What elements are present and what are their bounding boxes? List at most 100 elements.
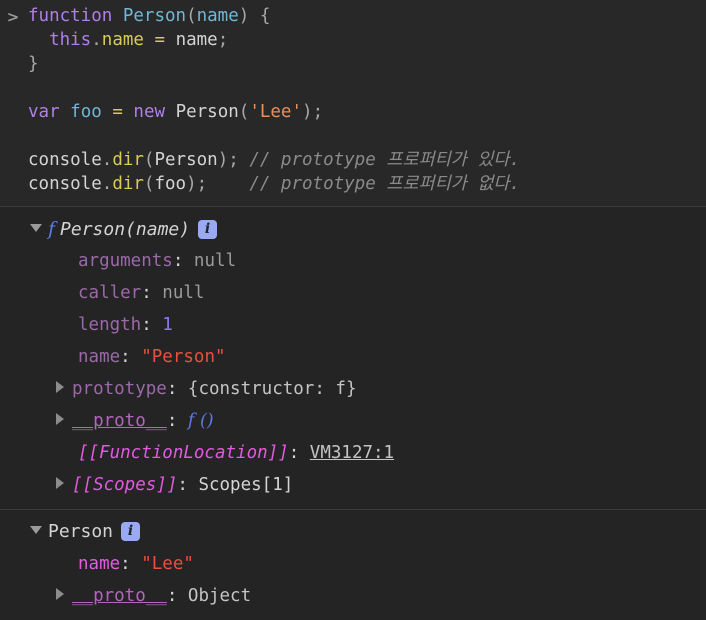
console-prompt-icon: > — [5, 5, 21, 29]
devtools-console-panel[interactable]: > function Person(name) { this.name = na… — [0, 0, 706, 612]
property-colon: : — [289, 443, 310, 463]
code-token: ; — [218, 30, 229, 50]
property-key: prototype — [72, 379, 167, 399]
code-token: { — [260, 6, 271, 26]
property-row[interactable]: arguments: null — [0, 245, 706, 277]
property-row[interactable]: prototype: {constructor: f} — [0, 373, 706, 405]
property-colon: : — [167, 586, 188, 606]
object-header-row[interactable]: fPerson(name) i — [0, 213, 706, 245]
code-token: = — [112, 102, 123, 122]
code-token: ; — [197, 174, 208, 194]
code-token: ) — [239, 6, 250, 26]
code-token: 'Lee' — [249, 102, 302, 122]
code-line — [28, 124, 706, 148]
code-token: dir — [112, 150, 144, 170]
code-line: var foo = new Person('Lee'); — [28, 100, 706, 124]
code-line — [28, 76, 706, 100]
triangle-right-icon[interactable] — [56, 588, 64, 600]
object-name: Person — [48, 521, 113, 542]
property-colon: : — [167, 379, 188, 399]
property-colon: : — [141, 283, 162, 303]
triangle-down-icon[interactable] — [30, 224, 42, 232]
property-value: null — [194, 251, 236, 271]
code-token — [112, 6, 123, 26]
console-output-area: fPerson(name)iarguments: nullcaller: nul… — [0, 207, 706, 620]
code-token: console — [28, 150, 102, 170]
code-token — [207, 174, 249, 194]
property-colon: : — [167, 411, 188, 431]
property-row[interactable]: [[FunctionLocation]]: VM3127:1 — [0, 437, 706, 469]
code-token: name — [176, 30, 218, 50]
property-row[interactable]: caller: null — [0, 277, 706, 309]
code-token: ; — [228, 150, 239, 170]
property-row[interactable]: name: "Lee" — [0, 548, 706, 580]
info-icon[interactable]: i — [198, 220, 217, 239]
code-token: // prototype 프로퍼티가 있다. — [249, 150, 520, 170]
code-token: ) — [218, 150, 229, 170]
property-value[interactable]: VM3127:1 — [310, 443, 394, 463]
object-header-row[interactable]: Personi — [0, 516, 706, 548]
function-glyph-icon: f — [48, 218, 60, 240]
console-input-block[interactable]: > function Person(name) { this.name = na… — [0, 0, 706, 206]
code-token — [165, 102, 176, 122]
property-key: __proto__ — [72, 586, 167, 606]
code-token: name — [197, 6, 239, 26]
code-token — [60, 102, 71, 122]
property-key: name — [78, 554, 120, 574]
info-icon[interactable]: i — [121, 522, 140, 541]
code-token: Person — [176, 102, 239, 122]
property-key: length — [78, 315, 141, 335]
property-key: caller — [78, 283, 141, 303]
code-token — [28, 30, 49, 50]
property-key: name — [78, 347, 120, 367]
property-colon: : — [120, 554, 141, 574]
code-token: ) — [302, 102, 313, 122]
code-token — [239, 150, 250, 170]
code-line: console.dir(foo); // prototype 프로퍼티가 없다. — [28, 172, 706, 196]
property-row[interactable]: __proto__: Object — [0, 580, 706, 612]
source-code: function Person(name) { this.name = name… — [0, 4, 706, 196]
property-row[interactable]: __proto__: f () — [0, 405, 706, 437]
property-value: Scopes[1] — [198, 475, 293, 495]
code-line: } — [28, 52, 706, 76]
property-key: __proto__ — [72, 411, 167, 431]
code-token — [144, 30, 155, 50]
code-token: console — [28, 174, 102, 194]
code-token: . — [102, 150, 113, 170]
property-key: arguments — [78, 251, 173, 271]
property-value: "Lee" — [141, 554, 194, 574]
code-token — [123, 102, 134, 122]
code-token — [165, 30, 176, 50]
code-token: function — [28, 6, 112, 26]
code-token: // prototype 프로퍼티가 없다. — [249, 174, 520, 194]
code-token: foo — [154, 174, 186, 194]
code-line: this.name = name; — [28, 28, 706, 52]
code-token: . — [102, 174, 113, 194]
code-token: var — [28, 102, 60, 122]
property-key: [[FunctionLocation]] — [78, 443, 289, 463]
property-value: f () — [188, 411, 214, 431]
property-row[interactable]: name: "Person" — [0, 341, 706, 373]
code-token: ; — [313, 102, 324, 122]
property-value: null — [162, 283, 204, 303]
property-colon: : — [141, 315, 162, 335]
property-row[interactable]: length: 1 — [0, 309, 706, 341]
code-line: function Person(name) { — [28, 4, 706, 28]
triangle-right-icon[interactable] — [56, 477, 64, 489]
property-value: Object — [188, 586, 251, 606]
code-line: console.dir(Person); // prototype 프로퍼티가 … — [28, 148, 706, 172]
code-token: ( — [239, 102, 250, 122]
function-signature: Person(name) — [60, 219, 190, 240]
triangle-right-icon[interactable] — [56, 413, 64, 425]
triangle-right-icon[interactable] — [56, 381, 64, 393]
property-colon: : — [173, 251, 194, 271]
property-value: 1 — [162, 315, 173, 335]
property-colon: : — [177, 475, 198, 495]
code-token: ( — [144, 174, 155, 194]
property-row[interactable]: [[Scopes]]: Scopes[1] — [0, 469, 706, 501]
triangle-down-icon[interactable] — [30, 526, 42, 534]
code-token: foo — [70, 102, 102, 122]
code-token: ( — [144, 150, 155, 170]
property-value: "Person" — [141, 347, 225, 367]
console-output-group: fPerson(name)iarguments: nullcaller: nul… — [0, 207, 706, 509]
